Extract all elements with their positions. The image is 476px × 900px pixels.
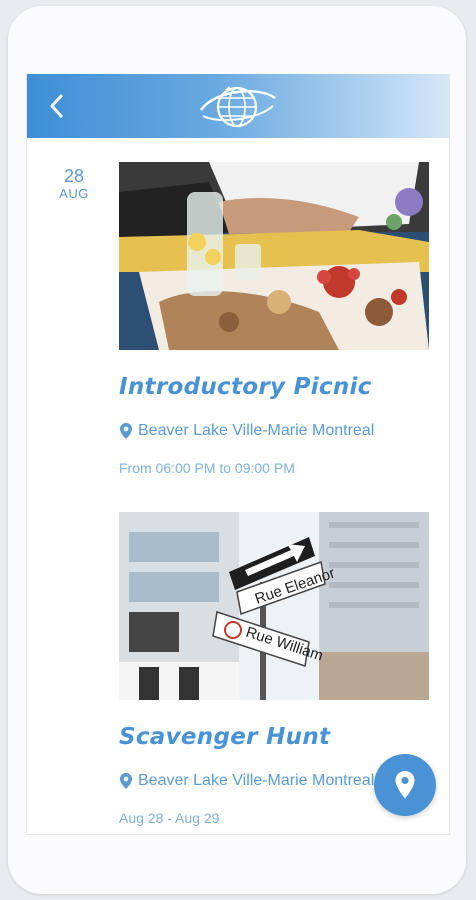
app-screen: 28 AUG Introductory Picnic Beaver Lake V… [26, 74, 450, 835]
back-button[interactable] [41, 90, 73, 122]
app-header [27, 74, 449, 138]
globe-logo-icon [200, 86, 276, 128]
location-pin-icon [120, 773, 132, 789]
phone-frame: 28 AUG Introductory Picnic Beaver Lake V… [8, 6, 466, 894]
event-location: Beaver Lake Ville-Marie Montreal [119, 422, 374, 440]
event-time: From 06:00 PM to 09:00 PM [119, 460, 295, 476]
map-pin-icon [395, 771, 415, 799]
event-location-text: Beaver Lake Ville-Marie Montreal [138, 772, 375, 789]
date-month: AUG [59, 186, 89, 201]
chevron-left-icon [50, 94, 63, 118]
picnic-photo [119, 162, 429, 350]
location-pin-icon [120, 423, 132, 439]
event-time: Aug 28 - Aug 29 [119, 810, 220, 826]
event-title[interactable]: Introductory Picnic [119, 374, 372, 400]
street-sign-photo: Rue Eleanor Rue William [119, 512, 429, 700]
event-location-text: Beaver Lake Ville-Marie Montreal [138, 422, 375, 439]
event-image-picnic[interactable] [119, 162, 429, 350]
map-fab-button[interactable] [374, 754, 436, 816]
event-date: 28 AUG [49, 166, 99, 202]
event-location: Beaver Lake Ville-Marie Montreal [119, 772, 374, 790]
date-day: 28 [63, 166, 85, 186]
event-title[interactable]: Scavenger Hunt [119, 724, 330, 750]
event-image-scavenger[interactable]: Rue Eleanor Rue William [119, 512, 429, 700]
